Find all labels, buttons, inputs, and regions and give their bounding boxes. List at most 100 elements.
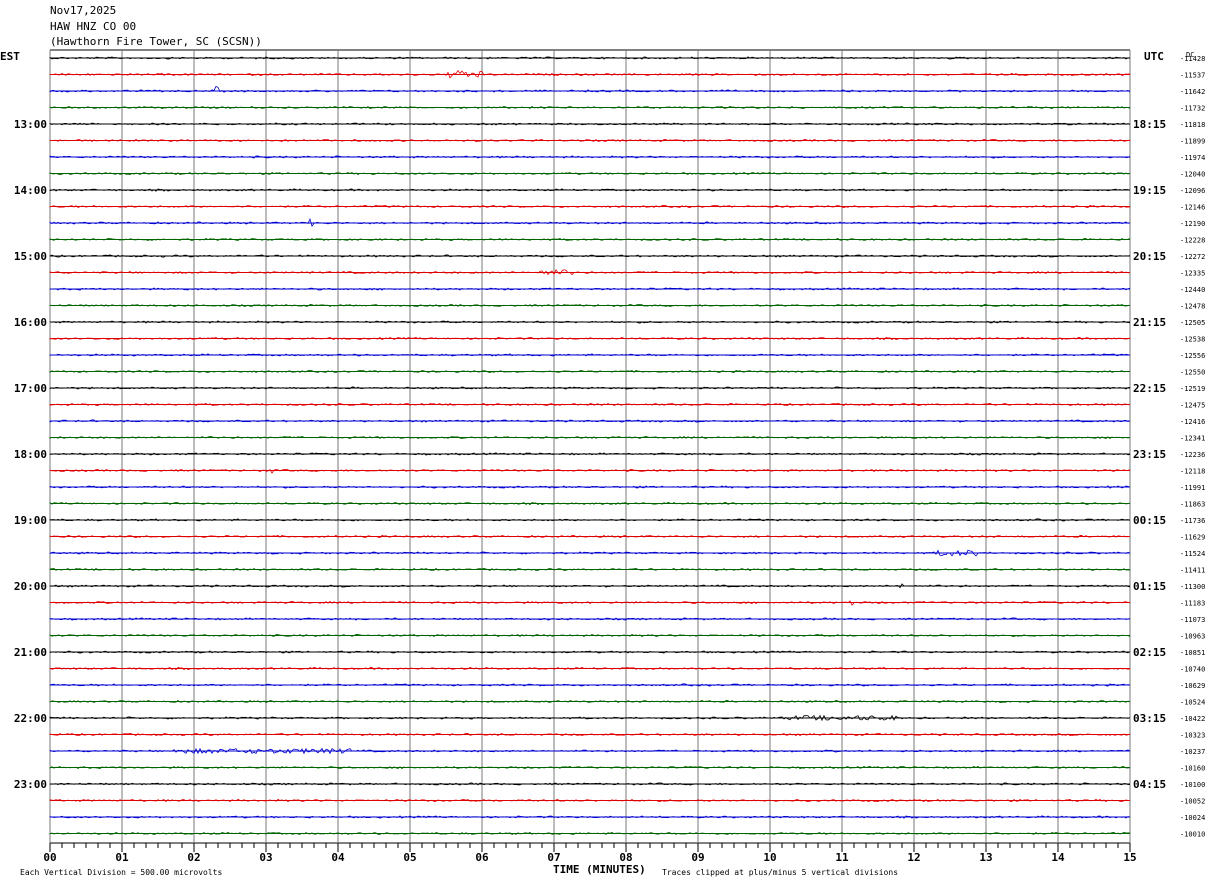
- dc-offset-label: -10160: [1180, 765, 1205, 773]
- utc-hour-label: 22:15: [1133, 382, 1166, 395]
- dc-offset-label: -11537: [1180, 72, 1205, 80]
- labels: 00 01 02 03 04 05 06 07 08 09 10 11 12 13 14 15-11428-1…: [14, 55, 1205, 864]
- dc-offset-label: -12478: [1180, 303, 1205, 311]
- dc-offset-label: -12335: [1180, 270, 1205, 278]
- dc-offset-label: -10851: [1180, 649, 1205, 657]
- seismic-trace: [49, 782, 1131, 786]
- dc-offset-label: -10052: [1180, 798, 1205, 806]
- seismic-trace: [49, 419, 1131, 423]
- dc-offset-label: -10740: [1180, 666, 1205, 674]
- dc-offset-label: -12538: [1180, 336, 1205, 344]
- x-tick-label: 09: [691, 851, 704, 864]
- dc-offset-label: -11642: [1180, 88, 1205, 96]
- dc-offset-label: -12341: [1180, 435, 1205, 443]
- x-tick-label: 12: [907, 851, 920, 864]
- dc-offset-label: -11736: [1180, 517, 1205, 525]
- traces: [49, 56, 1131, 835]
- dc-offset-label: -12236: [1180, 451, 1205, 459]
- x-tick-label: 11: [835, 851, 849, 864]
- grid: [49, 49, 1131, 852]
- dc-offset-label: -11073: [1180, 616, 1205, 624]
- utc-hour-label: 01:15: [1133, 580, 1166, 593]
- seismic-trace: [49, 287, 1131, 291]
- est-hour-label: 13:00: [14, 118, 47, 131]
- x-axis-title: TIME (MINUTES): [553, 863, 646, 876]
- utc-hour-label: 04:15: [1133, 778, 1166, 791]
- utc-hour-label: 03:15: [1133, 712, 1166, 725]
- seismic-trace: [49, 468, 1131, 474]
- x-tick-label: 14: [1051, 851, 1065, 864]
- clip-note: Traces clipped at plus/minus 5 vertical …: [662, 868, 898, 877]
- est-hour-label: 18:00: [14, 448, 47, 461]
- x-tick-label: 03: [259, 851, 272, 864]
- utc-label: UTC: [1144, 50, 1164, 63]
- dc-offset-label: -12416: [1180, 418, 1205, 426]
- x-tick-label: 04: [331, 851, 345, 864]
- utc-hour-label: 00:15: [1133, 514, 1166, 527]
- dc-offset-label: -12505: [1180, 319, 1205, 327]
- utc-hour-label: 23:15: [1133, 448, 1166, 461]
- dc-offset-label: -12118: [1180, 468, 1205, 476]
- dc-label: DC: [1186, 51, 1194, 59]
- dc-offset-label: -12440: [1180, 286, 1205, 294]
- est-hour-label: 14:00: [14, 184, 47, 197]
- dc-offset-label: -10010: [1180, 831, 1205, 839]
- dc-offset-label: -12475: [1180, 402, 1205, 410]
- utc-hour-label: 21:15: [1133, 316, 1166, 329]
- est-hour-label: 22:00: [14, 712, 47, 725]
- utc-hour-label: 18:15: [1133, 118, 1166, 131]
- x-tick-label: 06: [475, 851, 489, 864]
- dc-offset-label: -12096: [1180, 187, 1205, 195]
- seismic-trace: [49, 600, 1131, 606]
- x-tick-label: 00: [43, 851, 56, 864]
- dc-offset-label: -11411: [1180, 567, 1205, 575]
- dc-offset-label: -11863: [1180, 501, 1205, 509]
- dc-offset-label: -10323: [1180, 732, 1205, 740]
- dc-offset-label: -10629: [1180, 682, 1205, 690]
- dc-offset-label: -10024: [1180, 814, 1205, 822]
- dc-offset-label: -11818: [1180, 121, 1205, 129]
- dc-offset-label: -12040: [1180, 171, 1205, 179]
- dc-offset-label: -12519: [1180, 385, 1205, 393]
- helicorder-plot: 00 01 02 03 04 05 06 07 08 09 10 11 12 13 14 15-11428-1…: [0, 49, 1205, 877]
- dc-offset-label: -11732: [1180, 105, 1205, 113]
- dc-offset-label: -11524: [1180, 550, 1205, 558]
- est-hour-label: 15:00: [14, 250, 47, 263]
- est-hour-label: 17:00: [14, 382, 47, 395]
- dc-offset-label: -10100: [1180, 781, 1205, 789]
- est-hour-label: 19:00: [14, 514, 47, 527]
- x-tick-label: 10: [763, 851, 776, 864]
- dc-offset-label: -10237: [1180, 748, 1205, 756]
- dc-offset-label: -12228: [1180, 237, 1205, 245]
- dc-offset-label: -12146: [1180, 204, 1205, 212]
- dc-offset-label: -11183: [1180, 600, 1205, 608]
- dc-offset-label: -12550: [1180, 369, 1205, 377]
- x-tick-label: 13: [979, 851, 992, 864]
- utc-hour-label: 20:15: [1133, 250, 1166, 263]
- dc-offset-label: -11899: [1180, 138, 1205, 146]
- scale-label: Each Vertical Division = 500.00 microvol…: [20, 868, 222, 877]
- est-label: EST: [0, 50, 20, 63]
- seismic-trace: [49, 105, 1131, 110]
- dc-offset-label: -10963: [1180, 633, 1205, 641]
- x-tick-label: 15: [1123, 851, 1136, 864]
- est-hour-label: 20:00: [14, 580, 47, 593]
- seismic-trace: [49, 269, 1131, 276]
- dc-offset-label: -11974: [1180, 154, 1205, 162]
- dc-offset-label: -12556: [1180, 352, 1205, 360]
- dc-offset-label: -11629: [1180, 534, 1205, 542]
- est-hour-label: 23:00: [14, 778, 47, 791]
- x-tick-label: 02: [187, 851, 200, 864]
- seismic-trace: [49, 204, 1131, 209]
- dc-offset-label: -10524: [1180, 699, 1205, 707]
- x-tick-label: 01: [115, 851, 129, 864]
- seismic-trace: [49, 666, 1131, 671]
- dc-offset-label: -12272: [1180, 253, 1205, 261]
- dc-offset-label: -10422: [1180, 715, 1205, 723]
- dc-offset-label: -12190: [1180, 220, 1205, 228]
- seismic-trace: [49, 353, 1131, 357]
- utc-hour-label: 02:15: [1133, 646, 1166, 659]
- est-hour-label: 16:00: [14, 316, 47, 329]
- est-hour-label: 21:00: [14, 646, 47, 659]
- seismic-trace: [49, 633, 1131, 638]
